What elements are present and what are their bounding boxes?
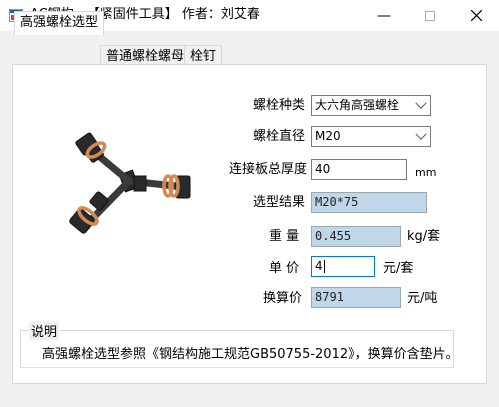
weight-unit: kg/套 — [407, 229, 441, 244]
thickness-unit: mm — [415, 166, 437, 179]
diameter-label: 螺栓直径 — [253, 129, 306, 144]
tab-stud[interactable]: 栓钉 — [184, 45, 223, 66]
weight-field: 0.455 — [311, 226, 401, 247]
diameter-value: M20 — [315, 129, 341, 143]
price-label: 单 价 — [269, 261, 300, 276]
tab-label: 普通螺栓螺母 — [106, 49, 185, 64]
converted-price-label: 换算价 — [263, 291, 303, 306]
converted-price-field: 8791 — [311, 287, 401, 308]
maximize-button[interactable] — [407, 0, 453, 31]
price-value: 4 — [315, 259, 323, 273]
price-input[interactable]: 4 — [311, 256, 375, 277]
bolt-type-select[interactable]: 大六角高强螺栓 — [311, 95, 431, 116]
thickness-label: 连接板总厚度 — [229, 162, 308, 177]
diameter-select[interactable]: M20 — [311, 126, 431, 147]
text-caret — [323, 260, 325, 273]
bolt-assembly-image — [69, 132, 191, 234]
maximize-icon — [425, 10, 435, 21]
note-text: 高强螺栓选型参照《钢结构施工规范GB50755-2012》，换算价含垫片。 — [42, 347, 459, 362]
note-title: 说明 — [29, 321, 60, 340]
minimize-icon: — — [377, 7, 391, 24]
price-unit: 元/套 — [383, 261, 414, 276]
tab-high-strength-bolt[interactable]: 高强螺栓选型 — [14, 11, 105, 35]
chevron-down-icon — [415, 128, 427, 140]
minimize-button[interactable]: — — [361, 0, 407, 31]
close-icon — [470, 10, 482, 21]
thickness-input[interactable]: 40 — [311, 159, 407, 180]
converted-price-unit: 元/吨 — [407, 291, 438, 306]
result-label: 选型结果 — [253, 195, 306, 210]
bolt-type-label: 螺栓种类 — [253, 98, 306, 113]
tab-label: 栓钉 — [190, 49, 217, 64]
bolt-type-value: 大六角高强螺栓 — [315, 98, 400, 112]
close-button[interactable] — [453, 0, 499, 31]
weight-label: 重 量 — [269, 229, 300, 244]
result-field: M20*75 — [311, 192, 427, 213]
tab-ordinary-bolt-nut[interactable]: 普通螺栓螺母 — [100, 45, 191, 66]
tab-label: 高强螺栓选型 — [20, 15, 99, 30]
chevron-down-icon — [415, 97, 427, 109]
